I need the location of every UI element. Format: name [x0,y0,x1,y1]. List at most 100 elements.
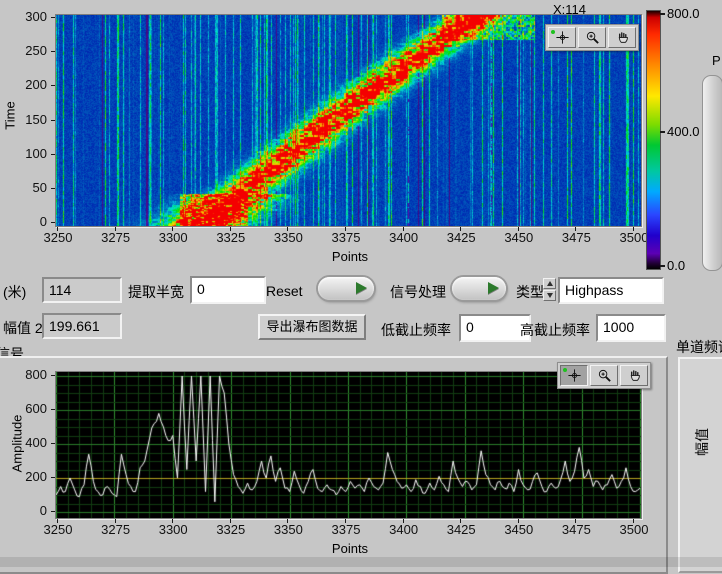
magnifier-icon [597,368,612,383]
tick-mark [287,227,288,231]
cursor-active-dot [551,30,555,34]
signal-x-axis-title: Points [320,541,380,556]
vertical-slider[interactable] [702,75,722,271]
cursor-tool-button[interactable] [560,365,588,386]
colorbar-tick [660,13,665,15]
tick-mark [460,227,461,231]
colorbar-tick [660,131,665,133]
tick-mark [51,443,55,444]
y-tick-label: 600 [13,401,47,416]
pan-tool-button[interactable] [608,27,636,48]
x-tick-label: 3400 [387,230,421,245]
y-tick-label: 50 [13,180,47,195]
down-arrow-icon [547,293,553,298]
y-tick-label: 0 [13,503,47,518]
y-tick-label: 0 [13,214,47,229]
signal-graph-palette [557,362,651,389]
single-channel-section-label: 单道频谱 [676,337,722,357]
zoom-tool-button[interactable] [578,27,606,48]
hand-icon [627,368,642,383]
tick-mark [51,375,55,376]
tick-mark [518,227,519,231]
x-tick-label: 3425 [444,522,478,537]
high-cutoff-input[interactable]: 1000 [596,314,666,342]
tick-mark [51,51,55,52]
export-waterfall-button[interactable]: 导出瀑布图数据 [258,314,366,340]
amplitude2-label: 幅值 2 [3,318,43,338]
crosshair-icon [567,368,582,383]
tick-mark [230,227,231,231]
next-panel-clipped [678,357,722,573]
colorbar-min-label: 0.0 [667,258,685,273]
x-tick-label: 3500 [617,522,651,537]
x-tick-label: 3325 [214,230,248,245]
tick-mark [460,519,461,523]
play-arrow-icon [488,282,499,294]
clipped-rotated-label: 幅值 [692,428,712,456]
tick-mark [115,227,116,231]
x-tick-label: 3400 [387,522,421,537]
x-tick-label: 3475 [559,522,593,537]
signal-plot-area[interactable] [55,371,642,519]
half-width-input[interactable]: 0 [190,276,266,304]
spinner-down-button[interactable] [543,290,556,301]
tick-mark [633,227,634,231]
waterfall-x-axis-title: Points [320,249,380,264]
hand-icon [615,30,630,45]
y-tick-label: 200 [13,77,47,92]
color-scale-bar [646,10,661,270]
tick-mark [230,519,231,523]
tick-mark [51,477,55,478]
signal-processing-toggle[interactable] [452,277,506,300]
tick-mark [51,120,55,121]
tick-mark [51,222,55,223]
zoom-tool-button[interactable] [590,365,618,386]
reset-label: Reset [266,283,303,299]
x-tick-label: 3250 [41,230,75,245]
tick-mark [345,227,346,231]
tick-mark [575,227,576,231]
filter-type-spinner[interactable] [543,278,556,301]
x-tick-label: 3475 [559,230,593,245]
spinner-up-button[interactable] [543,278,556,289]
meter-indicator: 114 [42,277,122,303]
pan-tool-button[interactable] [620,365,648,386]
x-tick-label: 3300 [156,230,190,245]
colorbar-tick [660,265,665,267]
tick-mark [633,519,634,523]
y-tick-label: 400 [13,435,47,450]
reset-toggle-button[interactable] [318,277,374,300]
x-tick-label: 3425 [444,230,478,245]
y-tick-label: 250 [13,43,47,58]
y-tick-label: 300 [13,9,47,24]
colorbar-mid-label: 400.0 [667,124,700,139]
waterfall-graph-palette [545,24,639,51]
x-tick-label: 3275 [99,522,133,537]
x-tick-label: 3300 [156,522,190,537]
window-bottom-edge [0,557,722,567]
clipped-right-label: P [712,53,721,68]
tick-mark [57,519,58,523]
tick-mark [172,227,173,231]
filter-type-dropdown[interactable]: Highpass [558,277,664,304]
low-cutoff-label: 低截止频率 [381,320,451,340]
y-tick-label: 800 [13,367,47,382]
crosshair-icon [555,30,570,45]
x-tick-label: 3450 [502,230,536,245]
cursor-tool-button[interactable] [548,27,576,48]
x-tick-label: 3350 [271,522,305,537]
play-arrow-icon [356,282,367,294]
tick-mark [172,519,173,523]
tick-mark [115,519,116,523]
tick-mark [51,154,55,155]
cursor-active-dot [563,368,567,372]
tick-mark [51,188,55,189]
amplitude2-indicator: 199.661 [42,313,122,339]
x-tick-label: 3275 [99,230,133,245]
half-width-label: 提取半宽 [128,282,184,302]
x-tick-label: 3250 [41,522,75,537]
meter-label: (米) [3,282,26,302]
tick-mark [51,511,55,512]
x-tick-label: 3325 [214,522,248,537]
tick-mark [403,519,404,523]
